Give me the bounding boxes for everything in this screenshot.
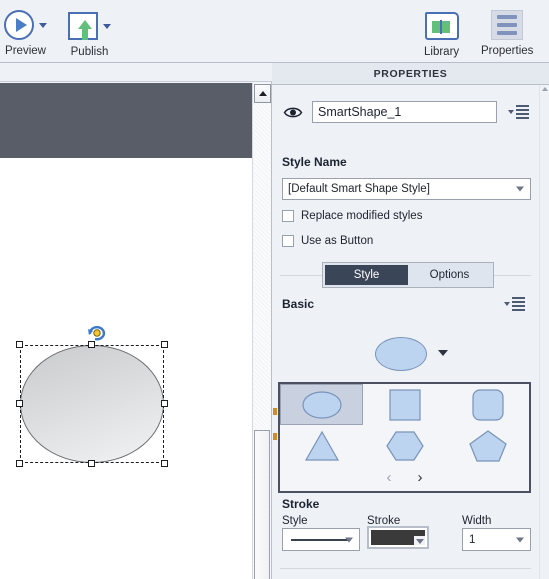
publish-button[interactable]: Publish [68,7,111,59]
scrollbar-thumb[interactable] [254,430,270,579]
basic-label: Basic [282,297,315,311]
solid-line-icon [291,538,349,541]
use-as-button-checkbox[interactable] [282,235,294,247]
chevron-down-icon[interactable] [103,23,111,29]
obscured-marker [273,408,277,415]
panel-content: Style Name [Default Smart Shape Style] R… [272,85,539,579]
chevron-down-icon[interactable] [516,186,524,192]
chevron-down-icon[interactable] [516,537,524,542]
shape-option-pentagon[interactable] [446,425,529,466]
tab-style[interactable]: Style [325,265,408,285]
canvas-vertical-scrollbar[interactable] [252,83,271,579]
replace-modified-styles-label: Replace modified styles [301,210,423,222]
hamburger-menu-icon[interactable] [508,105,529,119]
selected-shape-object[interactable] [16,326,168,467]
publish-upload-icon [68,12,98,40]
use-as-button-checkbox-row[interactable]: Use as Button [282,235,373,247]
previous-page-icon[interactable]: ‹ [387,470,392,485]
resize-handle-s[interactable] [88,460,95,467]
resize-handle-nw[interactable] [16,341,23,348]
library-folder-icon [424,12,459,40]
replace-modified-styles-checkbox[interactable] [282,210,294,222]
resize-handle-e[interactable] [161,400,168,407]
resize-handle-n[interactable] [88,341,95,348]
preview-button[interactable]: Preview [4,6,47,58]
slide-background [0,83,253,158]
properties-panel: PROPERTIES Style Name [272,63,549,579]
chevron-down-icon[interactable] [345,537,353,542]
style-name-select[interactable]: [Default Smart Shape Style] [282,178,531,200]
library-button[interactable]: Library [424,7,459,59]
chevron-down-icon[interactable] [39,22,47,28]
style-options-tabs: Style Options [322,262,494,288]
style-name-value: [Default Smart Shape Style] [288,183,430,195]
stroke-width-value: 1 [469,533,476,546]
basic-section-header: Basic [272,293,539,315]
pentagon-shape-icon [468,429,507,462]
rotate-icon[interactable] [86,325,106,341]
stroke-style-select[interactable] [282,528,360,551]
stroke-section-label: Stroke [282,497,320,511]
publish-label: Publish [70,46,109,58]
application-window: Preview Publish Library Properties PROPE… [0,0,549,579]
properties-lines-icon [491,10,524,40]
stroke-color-swatch [371,530,425,545]
stroke-color-picker[interactable] [367,526,429,549]
top-toolbar: Preview Publish Library Properties [0,0,549,63]
shape-option-rectangle[interactable] [363,384,446,425]
panel-scroll-up-icon[interactable] [542,87,548,91]
caret-down-icon[interactable] [414,536,425,545]
hamburger-menu-icon[interactable] [504,297,525,311]
eye-icon[interactable] [282,104,304,120]
resize-handle-w[interactable] [16,400,23,407]
resize-handle-se[interactable] [161,460,168,467]
canvas-top-strip [0,63,272,82]
hexagon-shape-icon [385,430,424,461]
tab-options[interactable]: Options [408,265,491,285]
properties-button[interactable]: Properties [481,6,533,58]
panel-title: PROPERTIES [272,63,549,85]
stroke-width-select[interactable]: 1 [462,528,531,551]
replace-modified-styles-checkbox-row[interactable]: Replace modified styles [282,210,422,222]
stroke-style-label: Style [282,515,308,527]
shape-name-input[interactable] [312,101,497,123]
shape-option-hexagon[interactable] [363,425,446,466]
next-page-icon[interactable]: › [418,470,423,485]
selection-bounding-box [20,345,164,463]
stroke-width-label: Width [462,515,492,527]
style-name-label: Style Name [282,155,347,169]
shape-option-triangle[interactable] [280,425,363,466]
selected-shape-preview[interactable] [375,337,427,371]
slide-stage[interactable] [0,83,253,579]
resize-handle-ne[interactable] [161,341,168,348]
rectangle-shape-icon [388,388,421,421]
resize-handle-sw[interactable] [16,460,23,467]
caret-down-icon[interactable] [438,350,448,356]
triangle-shape-icon [304,430,339,461]
rounded-rectangle-shape-icon [471,388,504,421]
properties-label: Properties [481,45,534,57]
canvas-area [0,63,272,579]
obscured-marker [273,433,277,440]
use-as-button-label: Use as Button [301,235,374,247]
shape-name-row [272,99,539,125]
ellipse-shape-icon [301,390,342,419]
play-circle-icon [4,10,34,40]
scroll-up-arrow-icon[interactable] [254,84,271,103]
panel-vertical-scrollbar[interactable] [539,85,549,579]
library-label: Library [424,46,460,58]
shape-option-ellipse[interactable] [280,384,363,425]
shape-picker-pager: ‹ › [280,465,529,489]
preview-label: Preview [5,45,46,57]
shape-option-rounded-rectangle[interactable] [446,384,529,425]
divider [280,568,531,569]
shape-picker-popup[interactable]: ‹ › [278,382,531,493]
shape-picker-grid [280,384,529,466]
